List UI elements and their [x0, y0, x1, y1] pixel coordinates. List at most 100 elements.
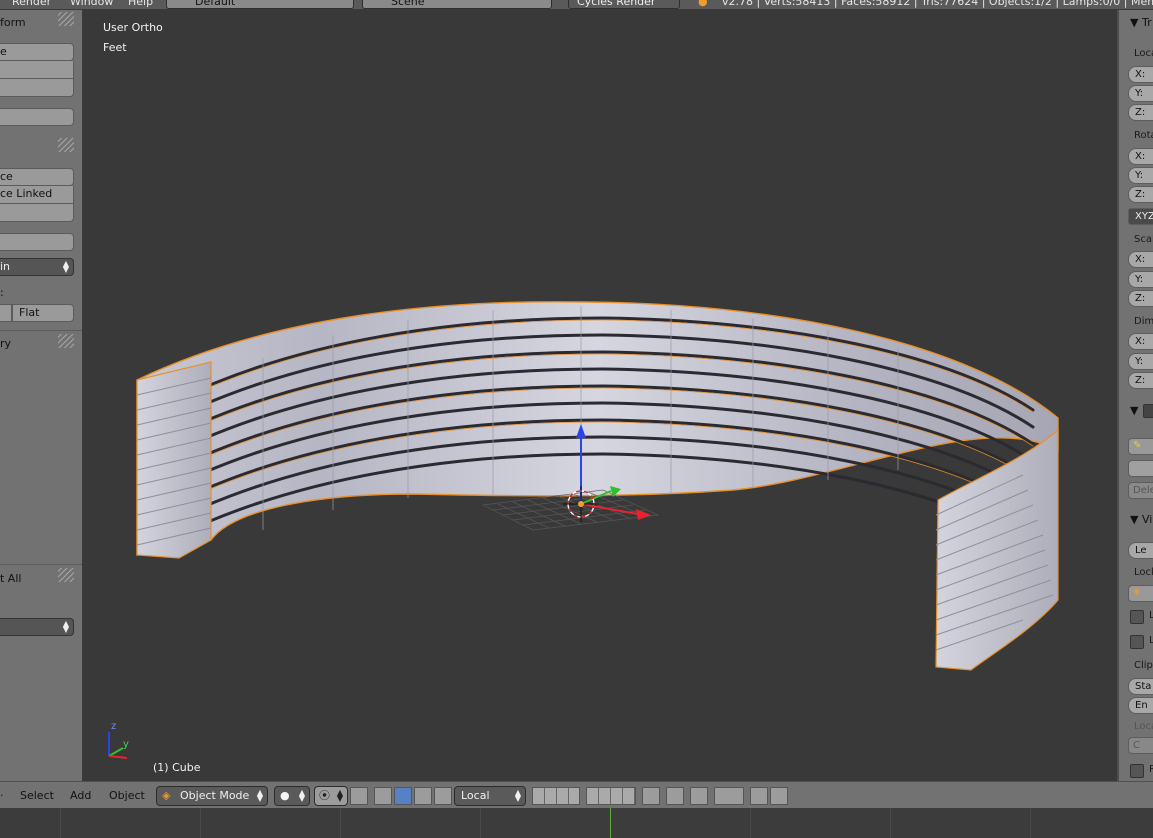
- history-panel-title: ry: [0, 337, 12, 350]
- wall-mesh[interactable]: [136, 301, 1059, 671]
- current-frame-marker[interactable]: [610, 808, 611, 838]
- clip-label: Clip: [1134, 660, 1153, 671]
- viewport-header: · Select Add Object ◈ Object Mode ▲ ▼ ● ▲…: [0, 781, 1153, 808]
- lock-camera-checkbox[interactable]: [1130, 635, 1144, 649]
- blender-logo-icon: ●: [698, 0, 708, 8]
- join-button[interactable]: [0, 233, 74, 251]
- render-border-checkbox[interactable]: [1130, 764, 1144, 778]
- rotation-label: Rota: [1134, 130, 1153, 141]
- grease-pencil-panel-header[interactable]: ▼: [1130, 404, 1138, 417]
- translate-manipulator-button[interactable]: [394, 787, 412, 805]
- scale-label: Scal: [1134, 234, 1153, 245]
- operator-panel-title: t All: [0, 572, 22, 585]
- snap-toggle-icon[interactable]: [690, 787, 708, 805]
- lock-layers-icon[interactable]: [642, 787, 660, 805]
- new-layer-button[interactable]: [1128, 460, 1153, 477]
- scene-canvas[interactable]: z y: [83, 10, 1117, 781]
- panel-grip-icon[interactable]: [58, 12, 74, 26]
- object-origin-icon: [578, 501, 584, 507]
- scale-z-field[interactable]: Z:: [1128, 290, 1153, 307]
- scene-stats: v2.78 | Verts:58413 | Faces:58912 | Tris…: [722, 0, 1153, 8]
- snap-element-select[interactable]: [714, 787, 744, 805]
- rotate-button[interactable]: [0, 61, 74, 79]
- shading-label: :: [0, 286, 4, 299]
- lock-object-field[interactable]: ◈: [1128, 585, 1153, 602]
- dimensions-x-field[interactable]: X:: [1128, 333, 1153, 350]
- local-camera-field[interactable]: C: [1128, 737, 1153, 754]
- panel-grip-icon[interactable]: [58, 138, 74, 152]
- grease-pencil-button[interactable]: ✎: [1128, 438, 1153, 455]
- screen-layout-select[interactable]: Default: [166, 0, 354, 9]
- dimensions-label: Dim: [1134, 316, 1153, 327]
- render-engine-select[interactable]: Cycles Render: [568, 0, 680, 9]
- view-menu-fragment[interactable]: ·: [0, 789, 4, 802]
- manipulator-toggle-button[interactable]: [350, 787, 368, 805]
- rotation-mode-select[interactable]: XYZ: [1128, 208, 1153, 225]
- smooth-button[interactable]: [0, 304, 12, 322]
- layers-row-1-grid[interactable]: [532, 787, 580, 805]
- location-label: Loca: [1134, 48, 1153, 59]
- rotation-x-field[interactable]: X:: [1128, 148, 1153, 165]
- translate-button[interactable]: e: [0, 43, 74, 61]
- operator-select[interactable]: ▲ ▼: [0, 618, 74, 636]
- rotate-manipulator-button[interactable]: [414, 787, 432, 805]
- updown-arrows-icon: ▲ ▼: [514, 788, 521, 803]
- rotation-y-field[interactable]: Y:: [1128, 167, 1153, 184]
- location-y-field[interactable]: Y:: [1128, 85, 1153, 102]
- menu-add[interactable]: Add: [70, 789, 91, 802]
- flat-button[interactable]: Flat: [12, 304, 74, 322]
- lock-camera-label: L: [1149, 635, 1153, 646]
- menu-help[interactable]: Help: [128, 0, 153, 8]
- duplicate-button[interactable]: ce: [0, 168, 74, 186]
- location-x-field[interactable]: X:: [1128, 66, 1153, 83]
- menu-window[interactable]: Window: [70, 0, 113, 8]
- mirror-button[interactable]: [0, 108, 74, 126]
- set-origin-select[interactable]: in ▲ ▼: [0, 258, 74, 276]
- axis-label-z: z: [111, 721, 116, 732]
- scene-label: Scene: [391, 0, 425, 8]
- solid-shading-icon: ●: [280, 789, 290, 802]
- viewport-shading-select[interactable]: ● ▲ ▼: [274, 786, 310, 806]
- transform-panel-header[interactable]: ▼ Tr: [1130, 16, 1152, 29]
- scale-button[interactable]: [0, 79, 74, 97]
- delete-button[interactable]: [0, 204, 74, 222]
- scale-y-field[interactable]: Y:: [1128, 271, 1153, 288]
- dimensions-z-field[interactable]: Z:: [1128, 372, 1153, 389]
- layers-row-2-grid[interactable]: [586, 787, 636, 805]
- 3d-viewport[interactable]: User Ortho Feet (1) Cube z y: [83, 10, 1117, 781]
- updown-arrows-icon: ▲ ▼: [62, 619, 69, 634]
- rotation-z-field[interactable]: Z:: [1128, 186, 1153, 203]
- render-animation-icon[interactable]: [770, 787, 788, 805]
- lens-field[interactable]: Le: [1128, 542, 1153, 559]
- view-panel-header[interactable]: ▼ Vi: [1130, 513, 1152, 526]
- updown-arrows-icon: ▲ ▼: [336, 788, 343, 803]
- render-opengl-icon[interactable]: [750, 787, 768, 805]
- object-mode-icon: ◈: [162, 789, 171, 802]
- menu-select[interactable]: Select: [20, 789, 54, 802]
- screen-layout-label: Default: [195, 0, 236, 8]
- scale-x-field[interactable]: X:: [1128, 251, 1153, 268]
- grease-pencil-checkbox[interactable]: [1143, 404, 1153, 418]
- timeline[interactable]: [0, 808, 1153, 838]
- panel-grip-icon[interactable]: [58, 568, 74, 582]
- pencil-icon: ✎: [1133, 440, 1142, 451]
- scale-manipulator-button[interactable]: [434, 787, 452, 805]
- manipulator-icon[interactable]: [374, 787, 392, 805]
- transform-panel-title: form: [0, 16, 26, 29]
- transform-orientation-select[interactable]: Local ▲ ▼: [454, 786, 526, 806]
- proportional-editing-icon[interactable]: [666, 787, 684, 805]
- clip-end-field[interactable]: En: [1128, 697, 1153, 714]
- menu-object[interactable]: Object: [109, 789, 145, 802]
- lock-cursor-checkbox[interactable]: [1130, 610, 1144, 624]
- interaction-mode-select[interactable]: ◈ Object Mode ▲ ▼: [156, 786, 268, 806]
- pivot-point-select[interactable]: ⦿ ▲ ▼: [314, 786, 348, 806]
- clip-start-field[interactable]: Sta: [1128, 678, 1153, 695]
- updown-arrows-icon: ▲ ▼: [62, 259, 69, 274]
- duplicate-linked-button[interactable]: ce Linked: [0, 186, 74, 204]
- menu-render[interactable]: Render: [12, 0, 51, 8]
- dimensions-y-field[interactable]: Y:: [1128, 353, 1153, 370]
- delete-layer-button[interactable]: Dele: [1128, 482, 1153, 499]
- scene-select[interactable]: Scene: [362, 0, 552, 9]
- location-z-field[interactable]: Z:: [1128, 104, 1153, 121]
- panel-grip-icon[interactable]: [58, 334, 74, 348]
